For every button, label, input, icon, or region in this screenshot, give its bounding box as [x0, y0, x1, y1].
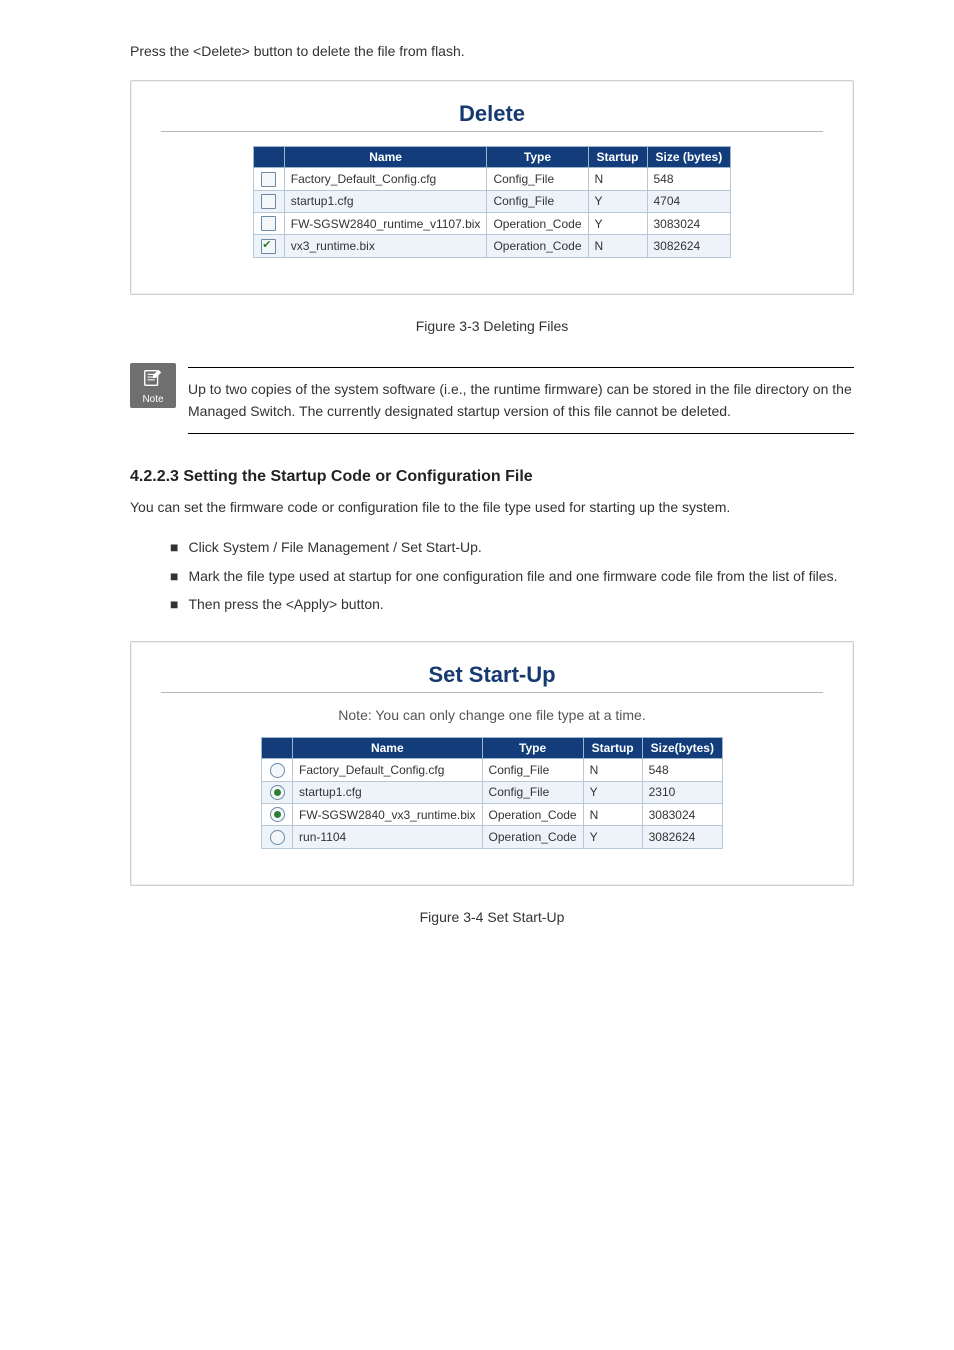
- table-row: vx3_runtime.bix Operation_Code N 3082624: [253, 235, 730, 257]
- startup-panel-title: Set Start-Up: [161, 660, 823, 692]
- cell-type: Operation_Code: [482, 804, 583, 826]
- bullet-item: Click System / File Management / Set Sta…: [188, 536, 481, 558]
- cell-name: FW-SGSW2840_vx3_runtime.bix: [293, 804, 483, 826]
- cell-start: N: [588, 235, 647, 257]
- col-start: Startup: [588, 147, 647, 168]
- figure-caption: Figure 3-3 Deleting Files: [130, 315, 854, 337]
- startup-note-line: Note: You can only change one file type …: [161, 707, 823, 723]
- radio-icon[interactable]: [270, 785, 285, 800]
- table-row: Factory_Default_Config.cfg Config_File N…: [253, 168, 730, 190]
- note-icon: Note: [130, 363, 176, 408]
- delete-panel-title: Delete: [161, 99, 823, 131]
- col-radio: [262, 738, 293, 759]
- cell-name: FW-SGSW2840_runtime_v1107.bix: [284, 213, 487, 235]
- checkbox-icon[interactable]: [261, 216, 276, 231]
- cell-size: 3083024: [642, 804, 722, 826]
- note-icon-label: Note: [130, 394, 176, 405]
- cell-name: startup1.cfg: [293, 781, 483, 803]
- col-type: Type: [482, 738, 583, 759]
- col-chk: [253, 147, 284, 168]
- cell-type: Operation_Code: [487, 235, 588, 257]
- startup-file-table: Name Type Startup Size(bytes) Factory_De…: [261, 737, 723, 848]
- table-row: startup1.cfg Config_File Y 4704: [253, 190, 730, 212]
- cell-name: Factory_Default_Config.cfg: [293, 759, 483, 781]
- cell-start: N: [588, 168, 647, 190]
- radio-icon[interactable]: [270, 763, 285, 778]
- cell-size: 3082624: [642, 826, 722, 848]
- col-type: Type: [487, 147, 588, 168]
- cell-name: vx3_runtime.bix: [284, 235, 487, 257]
- cell-size: 548: [647, 168, 731, 190]
- table-row: FW-SGSW2840_vx3_runtime.bix Operation_Co…: [262, 804, 723, 826]
- col-name: Name: [284, 147, 487, 168]
- cell-start: N: [583, 759, 642, 781]
- bullet-item: Then press the <Apply> button.: [188, 593, 383, 615]
- cell-type: Operation_Code: [482, 826, 583, 848]
- checkbox-icon[interactable]: [261, 194, 276, 209]
- cell-start: Y: [583, 781, 642, 803]
- radio-icon[interactable]: [270, 830, 285, 845]
- radio-icon[interactable]: [270, 807, 285, 822]
- bullet-list: ■Click System / File Management / Set St…: [170, 536, 854, 615]
- cell-type: Operation_Code: [487, 213, 588, 235]
- table-row: startup1.cfg Config_File Y 2310: [262, 781, 723, 803]
- cell-type: Config_File: [482, 781, 583, 803]
- cell-start: N: [583, 804, 642, 826]
- cell-type: Config_File: [482, 759, 583, 781]
- section-heading: 4.2.2.3 Setting the Startup Code or Conf…: [130, 468, 854, 486]
- table-row: FW-SGSW2840_runtime_v1107.bix Operation_…: [253, 213, 730, 235]
- col-name: Name: [293, 738, 483, 759]
- cell-start: Y: [588, 190, 647, 212]
- cell-name: startup1.cfg: [284, 190, 487, 212]
- cell-name: run-1104: [293, 826, 483, 848]
- cell-size: 3083024: [647, 213, 731, 235]
- notepad-icon: [130, 367, 176, 393]
- col-start: Startup: [583, 738, 642, 759]
- cell-type: Config_File: [487, 190, 588, 212]
- col-size: Size (bytes): [647, 147, 731, 168]
- cell-size: 548: [642, 759, 722, 781]
- cell-name: Factory_Default_Config.cfg: [284, 168, 487, 190]
- cell-size: 4704: [647, 190, 731, 212]
- cell-start: Y: [588, 213, 647, 235]
- table-row: run-1104 Operation_Code Y 3082624: [262, 826, 723, 848]
- cell-type: Config_File: [487, 168, 588, 190]
- bullet-item: Mark the file type used at startup for o…: [188, 565, 837, 587]
- table-row: Factory_Default_Config.cfg Config_File N…: [262, 759, 723, 781]
- delete-panel: Delete Name Type Startup Size (bytes) Fa…: [130, 80, 854, 294]
- cell-size: 3082624: [647, 235, 731, 257]
- cell-size: 2310: [642, 781, 722, 803]
- startup-panel: Set Start-Up Note: You can only change o…: [130, 641, 854, 885]
- cell-start: Y: [583, 826, 642, 848]
- note-body: Up to two copies of the system software …: [188, 372, 854, 429]
- intro-text: Press the <Delete> button to delete the …: [130, 40, 854, 62]
- checkbox-icon[interactable]: [261, 172, 276, 187]
- checkbox-icon[interactable]: [261, 239, 276, 254]
- figure-caption: Figure 3-4 Set Start-Up: [130, 906, 854, 928]
- note-block: Note Up to two copies of the system soft…: [130, 363, 854, 438]
- col-size: Size(bytes): [642, 738, 722, 759]
- delete-file-table: Name Type Startup Size (bytes) Factory_D…: [253, 146, 731, 257]
- section-text: You can set the firmware code or configu…: [130, 496, 854, 518]
